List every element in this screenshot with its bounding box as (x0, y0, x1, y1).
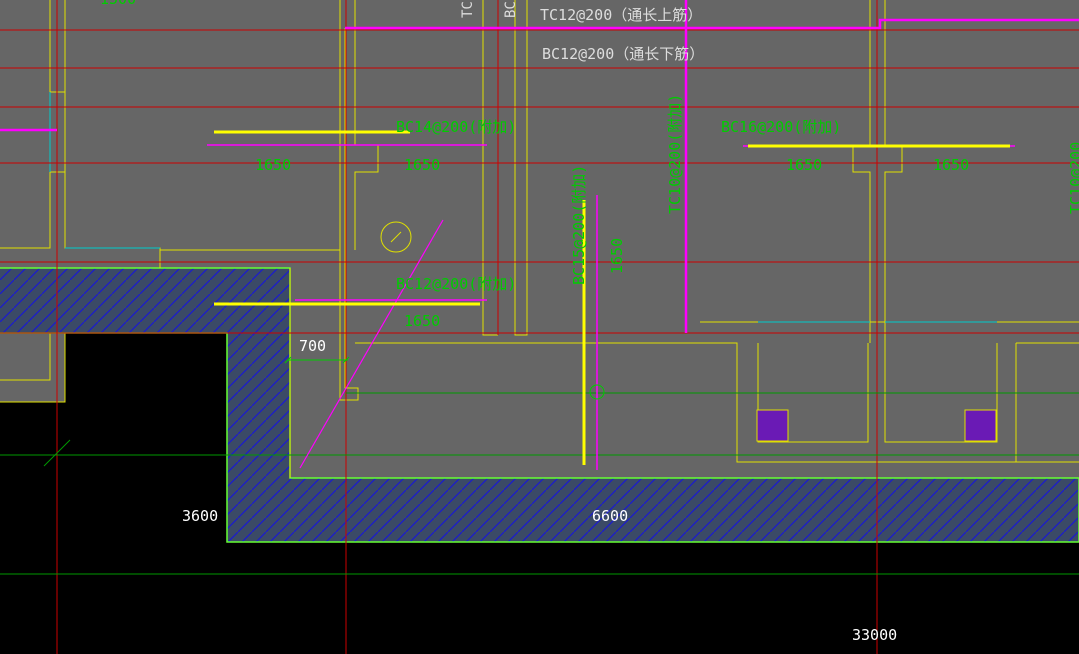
dim-1650-vert[interactable]: 1650 (608, 238, 626, 274)
bc14-add-label[interactable]: BC14@200(附加) (396, 118, 516, 136)
column-left[interactable] (756, 409, 789, 442)
dim-700[interactable]: 700 (299, 337, 326, 355)
dim-1650-c[interactable]: 1650 (786, 156, 822, 174)
dim-1650-e[interactable]: 1650 (404, 312, 440, 330)
dim-1650-a[interactable]: 1650 (255, 156, 291, 174)
dim-1650-b[interactable]: 1650 (404, 156, 440, 174)
bc12-bottom-label[interactable]: BC12@200（通长下筋） (542, 45, 704, 63)
tc10-right-label[interactable]: TC10@200 (1067, 142, 1079, 214)
axis-33000[interactable]: 33000 (852, 626, 897, 644)
bc16-add-label[interactable]: BC16@200(附加) (721, 118, 841, 136)
tc-cut-label[interactable]: TC (460, 1, 476, 18)
bc-cut-label[interactable]: BC (503, 1, 519, 18)
tc10-add-label[interactable]: TC10@200(附加) (666, 94, 684, 214)
axis-3600[interactable]: 3600 (182, 507, 218, 525)
column-right[interactable] (964, 409, 997, 442)
dim-1650-d[interactable]: 1650 (933, 156, 969, 174)
tc12-top-label[interactable]: TC12@200（通长上筋） (540, 6, 702, 24)
bc12-add-label[interactable]: BC12@200(附加) (396, 275, 516, 293)
bc15-add-label[interactable]: BC15@200(附加) (570, 165, 588, 285)
axis-6600[interactable]: 6600 (592, 507, 628, 525)
top-left-cut-dim[interactable]: 1500 (100, 0, 136, 8)
cad-drawing-canvas[interactable]: TC12@200（通长上筋） BC12@200（通长下筋） TC BC 1500… (0, 0, 1079, 654)
